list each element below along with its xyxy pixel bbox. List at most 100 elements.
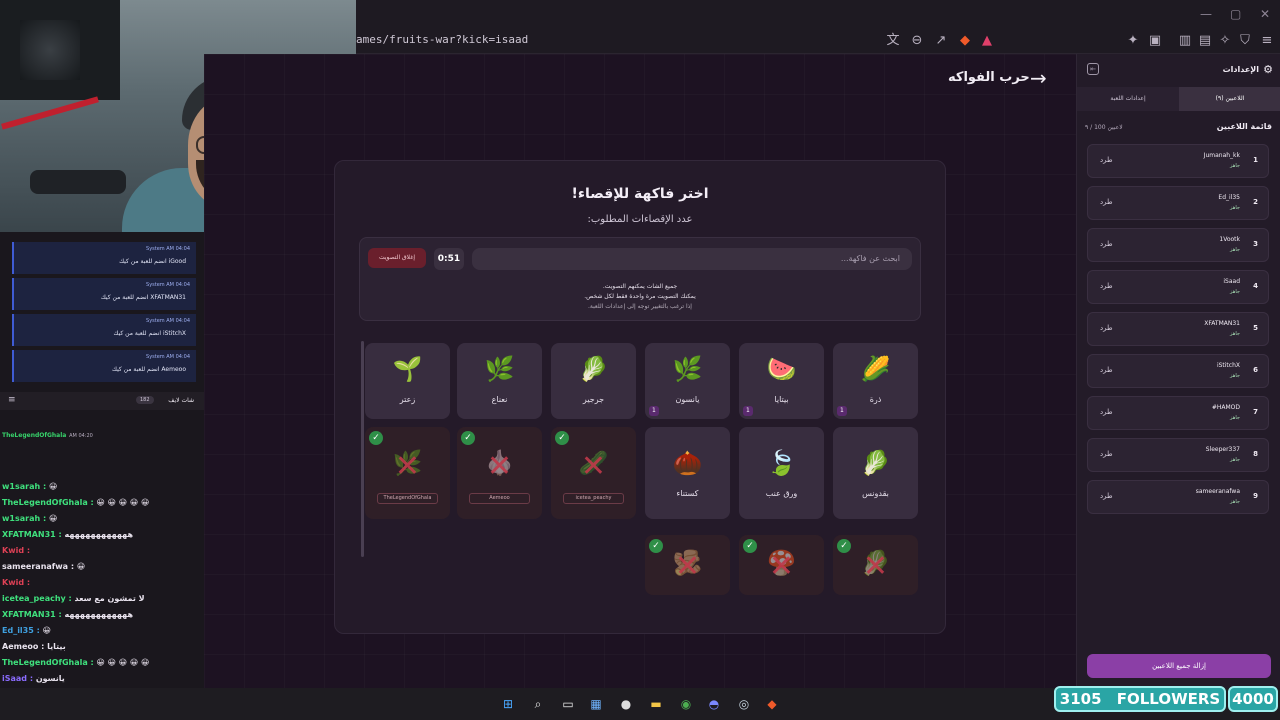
close-icon[interactable]: ✕ — [1260, 7, 1270, 21]
address-bar: ames/fruits-war?kick=isaad 文 ⊖ ↗ ◆ ▲ ✦ ▣… — [356, 28, 1280, 54]
chestnut-icon: 🌰 — [672, 449, 703, 477]
player-row: 1 Jumanah_kk جاهز طرد — [1087, 144, 1269, 178]
fruit-card-chestnut[interactable]: 🌰 كستناء — [645, 427, 730, 519]
fruit-card-grape-leaves[interactable]: 🍃 ورق عنب — [739, 427, 824, 519]
menu-icon[interactable]: ≡ — [8, 395, 16, 405]
fruit-card-parsley[interactable]: 🥬 بقدونس — [833, 427, 918, 519]
search-icon[interactable]: ⌕ — [528, 694, 548, 714]
sidebar-header: ⚙ الإعدادات ⇤ — [1077, 54, 1280, 86]
check-icon: ✓ — [461, 431, 475, 445]
fruit-card-thyme[interactable]: 🌱 زعتر — [365, 343, 450, 419]
tab-game-settings[interactable]: إعدادات اللعبة — [1077, 87, 1179, 111]
eliminated-fruit-card: ✓ 🧄 ✕ Aemeoo — [457, 427, 542, 519]
chat-title: شات لايف — [168, 397, 194, 404]
brave-icon[interactable]: ◆ — [762, 694, 782, 714]
url-text[interactable]: ames/fruits-war?kick=isaad — [356, 33, 528, 46]
vote-controls: ابحث عن فاكهة... 0:51 إغلاق التصويت جميع… — [359, 237, 921, 321]
tab-players[interactable]: اللاعبين (٩) — [1179, 87, 1280, 111]
vote-count-badge: 1 — [743, 406, 753, 416]
maximize-icon[interactable]: ▢ — [1230, 7, 1241, 21]
minimize-icon[interactable]: — — [1200, 7, 1212, 21]
player-status: جاهز — [1229, 373, 1240, 379]
vpn-icon[interactable]: ⛉ — [1236, 32, 1254, 50]
task-view-icon[interactable]: ▭ — [558, 694, 578, 714]
discord-icon[interactable]: ◓ — [704, 694, 724, 714]
collapse-sidebar-icon[interactable]: ⇤ — [1087, 63, 1099, 75]
vote-card: اختر فاكهة للإقصاء! عدد الإقصاءات المطلو… — [334, 160, 946, 634]
wallet-icon[interactable]: ▤ — [1196, 32, 1214, 50]
chat-line: sameeranafwa : 😀 — [2, 562, 85, 571]
kick-button[interactable]: طرد — [1100, 408, 1113, 416]
obs-icon[interactable]: ● — [616, 694, 636, 714]
chat-text: 😀 — [48, 514, 58, 523]
chat-user: w1sarah : — [2, 514, 47, 523]
parsley-icon: 🥬 — [860, 449, 891, 477]
folder-icon[interactable]: ▬ — [646, 694, 666, 714]
store-icon[interactable]: ▦ — [586, 694, 606, 714]
kick-button[interactable]: طرد — [1100, 492, 1113, 500]
page-title: حرب الفواكه — [948, 70, 1030, 85]
fruit-card-pitaya[interactable]: 🍉 بيتايا 1 — [739, 343, 824, 419]
eliminated-x-icon: ✕ — [486, 449, 513, 484]
leo-icon[interactable]: ✧ — [1216, 32, 1234, 50]
player-name: iStitchX — [1216, 362, 1240, 369]
extensions-icon[interactable]: ✦ — [1124, 32, 1142, 50]
kick-button[interactable]: طرد — [1100, 366, 1113, 374]
chat-text: يانسون — [35, 674, 65, 683]
remove-all-players-button[interactable]: إزالة جميع اللاعبين — [1087, 654, 1271, 678]
chat-line: icetea_peachy : لا تمشون مع سعد — [2, 594, 145, 603]
kick-button[interactable]: طرد — [1100, 282, 1113, 290]
stream-chat: System AM 04:04 iGood انضم للعبة من كيك … — [0, 232, 204, 688]
player-number: 3 — [1253, 240, 1258, 248]
fruit-card-anise[interactable]: 🌿 يانسون 1 — [645, 343, 730, 419]
kick-button[interactable]: طرد — [1100, 198, 1113, 206]
zoom-icon[interactable]: ⊖ — [908, 32, 926, 50]
player-number: 5 — [1253, 324, 1258, 332]
eliminated-by-label: TheLegendOfGhala — [377, 493, 438, 504]
chat-line: XFATMAN31 : ههههههههههههه — [2, 530, 133, 539]
mint-icon: 🌿 — [484, 355, 515, 383]
windows-start-icon[interactable]: ⊞ — [498, 694, 518, 714]
eliminated-fruit-card: ✓ 🌿 ✕ TheLegendOfGhala — [365, 427, 450, 519]
fruit-label: نعناع — [491, 395, 508, 404]
message-meta: System AM 04:04 — [146, 246, 190, 252]
chat-user: icetea_peachy : — [2, 594, 72, 603]
chat-text: 😀 — [42, 626, 51, 635]
player-number: 7 — [1253, 408, 1258, 416]
kick-button[interactable]: طرد — [1100, 324, 1113, 332]
chat-text: لا تمشون مع سعد — [74, 594, 145, 603]
fruit-card-corn[interactable]: 🌽 ذرة 1 — [833, 343, 918, 419]
chrome-icon[interactable]: ◉ — [676, 694, 696, 714]
chat-text: ههههههههههههه — [64, 530, 134, 539]
chat-viewer-count: 182 — [136, 396, 154, 404]
fruit-search-input[interactable]: ابحث عن فاكهة... — [472, 248, 912, 270]
kick-button[interactable]: طرد — [1100, 450, 1113, 458]
chat-line: iSaad : يانسون — [2, 674, 65, 683]
close-vote-button[interactable]: إغلاق التصويت — [368, 248, 426, 268]
steam-icon[interactable]: ◎ — [734, 694, 754, 714]
fruit-card-arugula[interactable]: 🥬 جرجير — [551, 343, 636, 419]
brave-shield-icon[interactable]: ◆ — [956, 32, 974, 50]
vote-note-1: جميع الشات يمكنهم التصويت. — [602, 283, 678, 290]
share-icon[interactable]: ↗ — [932, 32, 950, 50]
player-name: Jumanah_kk — [1203, 152, 1240, 159]
chat-user: Kwid : — [2, 546, 31, 555]
arrow-right-icon[interactable]: → — [1030, 66, 1047, 90]
translate-icon[interactable]: 文 — [884, 32, 902, 50]
kick-button[interactable]: طرد — [1100, 240, 1113, 248]
kick-button[interactable]: طرد — [1100, 156, 1113, 164]
message-body: XFATMAN31 انضم للعبة من كيك — [100, 294, 186, 301]
anise-icon: 🌿 — [672, 355, 703, 383]
arugula-icon: 🥬 — [578, 355, 609, 383]
chat-text: AM 04:20 — [69, 433, 93, 439]
sidebar-toggle-icon[interactable]: ▥ — [1176, 32, 1194, 50]
eliminated-x-icon: ✕ — [862, 549, 889, 584]
tab-icon[interactable]: ▣ — [1146, 32, 1164, 50]
message-meta: System AM 04:04 — [146, 354, 190, 360]
eliminated-fruit-card: ✓ 🫚 ✕ — [645, 535, 730, 595]
rewards-icon[interactable]: ▲ — [978, 32, 996, 50]
menu-icon[interactable]: ≡ — [1258, 32, 1276, 50]
grid-scrollbar[interactable] — [361, 341, 364, 557]
fruit-card-mint[interactable]: 🌿 نعناع — [457, 343, 542, 419]
chat-header: شات لايف 182 ≡ — [0, 392, 204, 410]
